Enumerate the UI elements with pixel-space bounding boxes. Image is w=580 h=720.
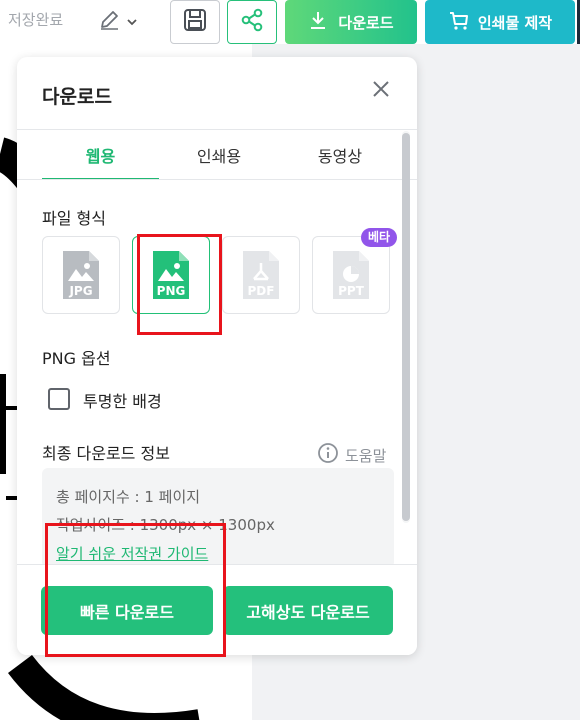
download-icon — [308, 10, 328, 34]
close-button[interactable] — [369, 79, 393, 103]
jpg-file-label: JPG — [68, 284, 92, 298]
pdf-file-icon: PDF — [243, 251, 279, 299]
panel-title: 다운로드 — [42, 86, 112, 108]
download-button[interactable]: 다운로드 — [285, 0, 417, 44]
pdf-file-label: PDF — [248, 284, 275, 298]
format-jpg-option[interactable]: JPG — [42, 236, 120, 314]
fast-download-button[interactable]: 빠른 다운로드 — [41, 586, 213, 635]
tab-print-label: 인쇄용 — [196, 147, 242, 166]
tab-video-label: 동영상 — [317, 147, 363, 166]
info-icon — [317, 442, 339, 468]
download-panel: 다운로드 웹용 인쇄용 동영상 파일 형식 JPG PNG PDF PPT 베타… — [17, 57, 417, 655]
share-button[interactable] — [227, 0, 277, 44]
file-format-label: 파일 형식 — [42, 209, 106, 228]
share-icon — [239, 7, 265, 37]
print-order-label: 인쇄물 제작 — [477, 13, 553, 32]
save-button[interactable] — [170, 0, 220, 44]
png-file-icon: PNG — [153, 251, 189, 299]
help-button[interactable]: 도움말 — [317, 442, 386, 468]
download-tabs: 웹용 인쇄용 동영상 — [42, 130, 402, 180]
final-download-info-label: 최종 다운로드 정보 — [42, 444, 170, 463]
edit-button[interactable] — [98, 9, 138, 35]
tab-web-label: 웹용 — [85, 147, 116, 166]
tab-web[interactable]: 웹용 — [42, 130, 159, 180]
png-file-label: PNG — [157, 284, 186, 298]
ppt-file-icon: PPT — [333, 251, 369, 299]
floppy-disk-icon — [182, 7, 208, 37]
chevron-down-icon — [126, 13, 138, 32]
download-info-box: 총 페이지수 : 1 페이지 작업사이즈 : 1300px × 1300px 알… — [42, 468, 394, 568]
format-pdf-option[interactable]: PDF — [222, 236, 300, 314]
tab-video[interactable]: 동영상 — [278, 130, 402, 180]
print-order-button[interactable]: 인쇄물 제작 — [425, 0, 575, 44]
divider — [17, 179, 417, 180]
png-options-label: PNG 옵션 — [42, 349, 111, 368]
ppt-file-label: PPT — [338, 284, 365, 298]
panel-footer: 빠른 다운로드 고해상도 다운로드 — [17, 565, 417, 655]
top-toolbar: 저장완료 다운로드 인쇄물 제작 — [0, 0, 580, 44]
work-size-text: 작업사이즈 : 1300px × 1300px — [56, 516, 275, 534]
tab-print[interactable]: 인쇄용 — [160, 130, 278, 180]
page-count-text: 총 페이지수 : 1 페이지 — [56, 488, 201, 506]
download-button-label: 다운로드 — [338, 13, 394, 32]
scrollbar-thumb[interactable] — [402, 133, 410, 521]
jpg-file-icon: JPG — [63, 251, 99, 299]
transparent-background-checkbox[interactable] — [48, 388, 70, 410]
close-icon — [372, 80, 390, 102]
help-label: 도움말 — [345, 446, 387, 465]
save-status: 저장완료 — [8, 11, 64, 29]
beta-badge: 베타 — [361, 228, 398, 247]
format-ppt-option[interactable]: PPT — [312, 236, 390, 314]
high-resolution-download-button[interactable]: 고해상도 다운로드 — [223, 586, 393, 635]
transparent-background-label[interactable]: 투명한 배경 — [83, 388, 162, 412]
cart-icon — [448, 9, 470, 35]
format-png-option[interactable]: PNG — [132, 236, 210, 314]
pencil-icon — [98, 9, 120, 35]
copyright-guide-link[interactable]: 알기 쉬운 저작권 가이드 — [56, 543, 208, 564]
